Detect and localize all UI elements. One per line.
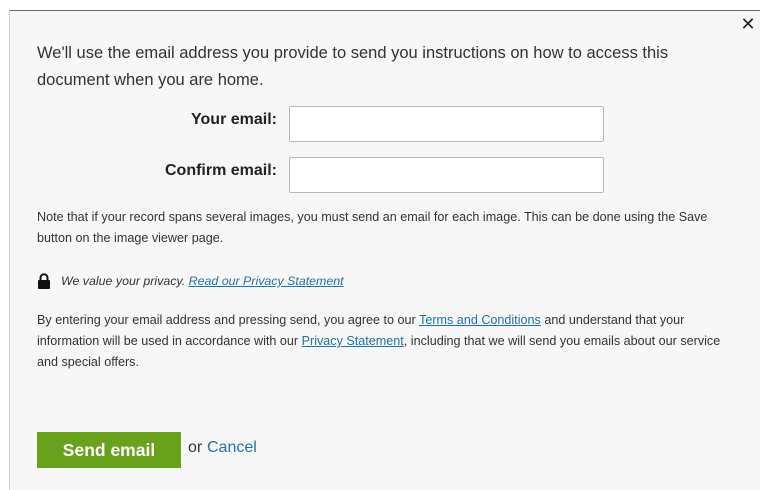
lock-icon [38,273,50,289]
close-icon[interactable]: ✕ [740,15,756,35]
email-label: Your email: [191,111,277,128]
confirm-email-label: Confirm email: [164,162,277,179]
cancel-link[interactable]: Cancel [207,439,257,457]
send-email-button[interactable]: Send email [37,432,181,468]
terms-text-part1: By entering your email address and press… [37,313,416,327]
privacy-text: We value your privacy. [61,274,186,288]
multi-image-note: Note that if your record spans several i… [37,210,708,245]
email-input[interactable] [289,106,604,142]
confirm-email-input[interactable] [289,157,604,193]
or-text: or [188,439,203,456]
privacy-statement-link-2[interactable]: Privacy Statement [302,334,404,348]
privacy-notice: We value your privacy. Read our Privacy … [37,271,344,291]
privacy-statement-link[interactable]: Read our Privacy Statement [189,274,344,288]
terms-and-conditions-link[interactable]: Terms and Conditions [419,313,541,327]
terms-text: By entering your email address and press… [37,310,737,373]
dialog-intro-text: We'll use the email address you provide … [37,44,669,89]
